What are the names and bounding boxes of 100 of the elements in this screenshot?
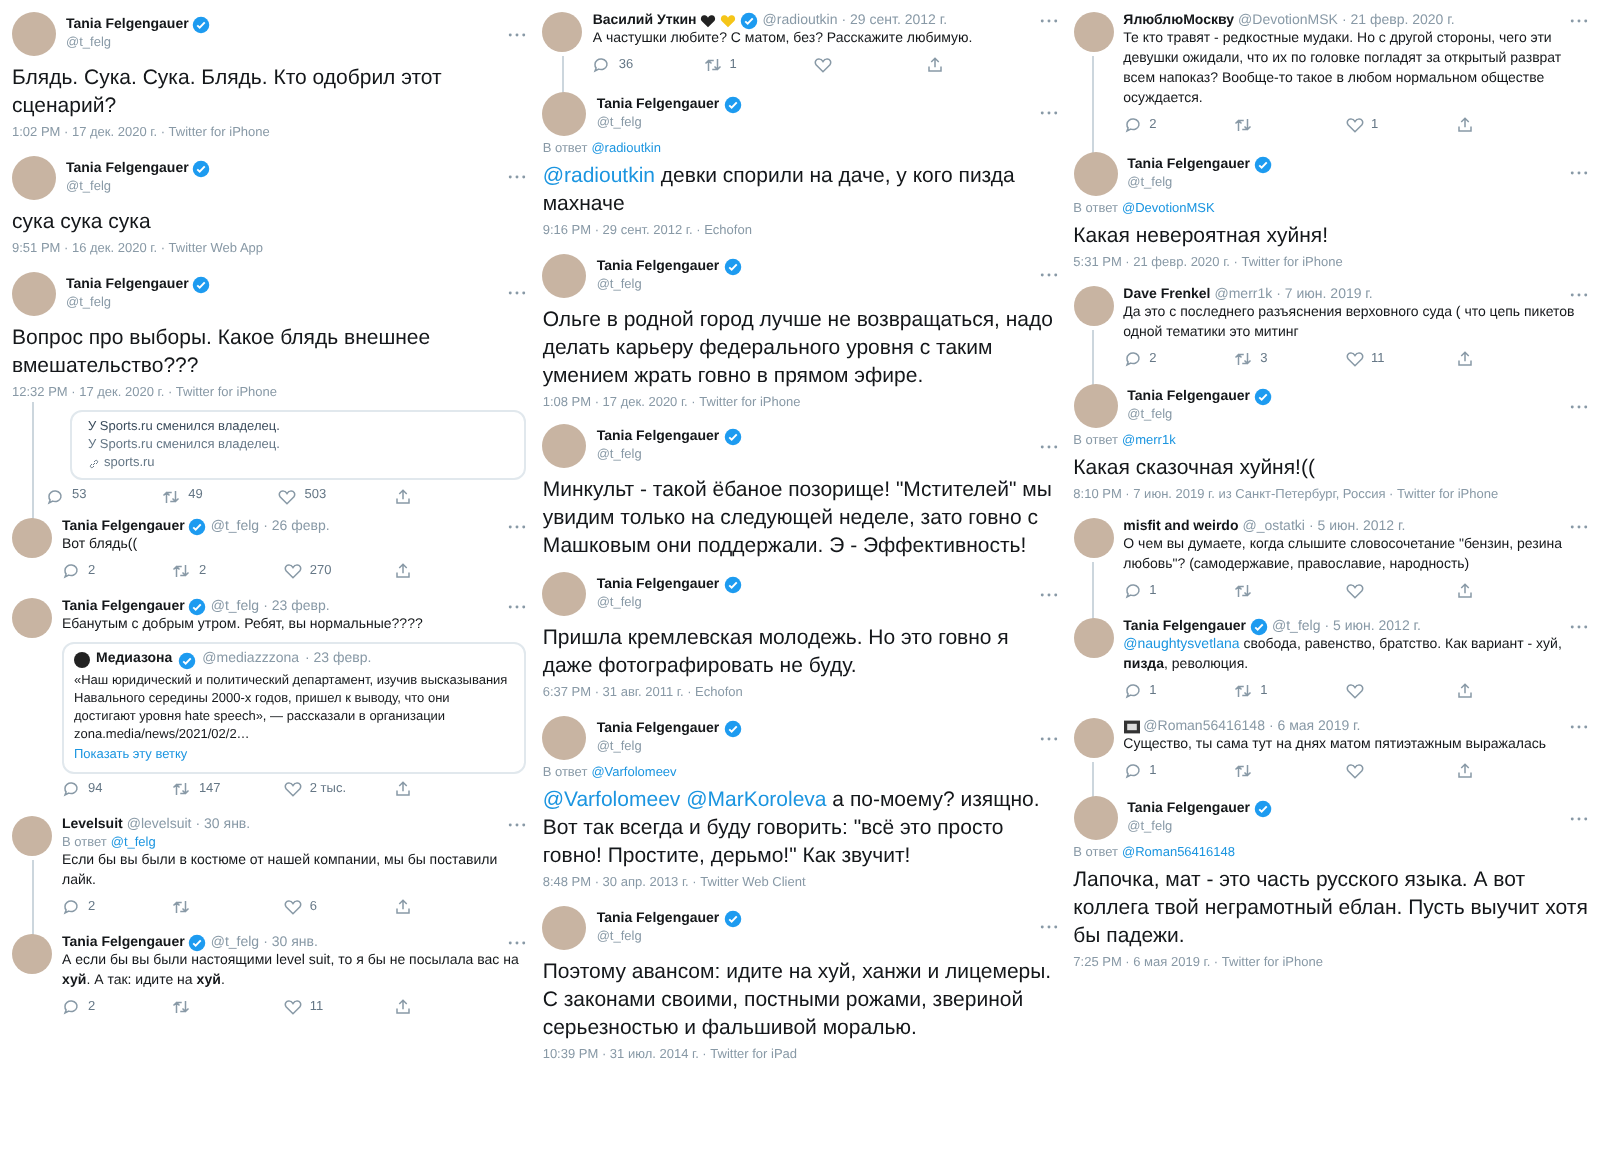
- like-icon[interactable]: [283, 898, 302, 917]
- tweet-text: Пришла кремлевская молодежь. Но это говно я даже фотографировать не буду.: [542, 624, 1011, 681]
- avatar[interactable]: [542, 572, 587, 617]
- avatar[interactable]: [1073, 796, 1118, 841]
- like-icon[interactable]: [1345, 761, 1364, 780]
- avatar[interactable]: [1073, 12, 1114, 52]
- mention-link[interactable]: @radioutkin: [542, 163, 656, 188]
- retweet-icon[interactable]: [172, 562, 191, 581]
- more-options-icon[interactable]: [1570, 623, 1588, 630]
- retweet-icon[interactable]: [1234, 682, 1253, 701]
- reply-icon[interactable]: [592, 56, 611, 75]
- more-options-icon[interactable]: [508, 603, 527, 610]
- avatar[interactable]: [12, 597, 52, 638]
- avatar: [74, 652, 90, 668]
- reply-icon[interactable]: [1123, 349, 1142, 368]
- share-icon[interactable]: [394, 562, 413, 581]
- share-icon[interactable]: [394, 997, 413, 1016]
- more-options-icon[interactable]: [508, 821, 527, 828]
- more-options-icon[interactable]: [1570, 291, 1588, 297]
- avatar[interactable]: [542, 424, 587, 469]
- more-options-icon[interactable]: [1570, 403, 1588, 410]
- retweet-icon[interactable]: [1234, 761, 1253, 780]
- like-icon[interactable]: [814, 56, 833, 75]
- like-icon[interactable]: [283, 562, 302, 581]
- avatar[interactable]: [12, 155, 56, 200]
- retweet-icon[interactable]: [1234, 349, 1253, 368]
- quoted-tweet[interactable]: [62, 641, 527, 774]
- more-options-icon[interactable]: [1039, 735, 1058, 741]
- more-options-icon[interactable]: [1039, 18, 1058, 24]
- like-icon[interactable]: [283, 997, 302, 1016]
- share-icon[interactable]: [1455, 116, 1474, 135]
- avatar[interactable]: [12, 12, 56, 56]
- like-icon[interactable]: [1345, 116, 1364, 135]
- tweet-text: @radioutkin девки спорили на даче, у кого пизда махначе: [542, 161, 1017, 218]
- share-icon[interactable]: [1455, 582, 1474, 601]
- avatar[interactable]: [1073, 151, 1118, 196]
- tweet-text: Поэтому авансом: идите на хуй, ханжи и лицемеры. С законами своими, постными рожами, звериной серьезностью и фальшивой моралью.: [542, 957, 1054, 1042]
- reply-icon[interactable]: [62, 997, 80, 1016]
- like-icon[interactable]: [283, 780, 302, 799]
- avatar[interactable]: [1073, 617, 1114, 658]
- retweet-icon[interactable]: [172, 997, 191, 1016]
- more-options-icon[interactable]: [1039, 272, 1058, 278]
- avatar[interactable]: [12, 815, 52, 856]
- reply-icon[interactable]: [62, 898, 80, 917]
- reply-icon[interactable]: [62, 562, 80, 581]
- more-options-icon[interactable]: [1039, 924, 1058, 931]
- share-icon[interactable]: [1455, 349, 1474, 368]
- reply-icon[interactable]: [1123, 682, 1142, 701]
- more-options-icon[interactable]: [1570, 170, 1588, 177]
- more-options-icon[interactable]: [1570, 723, 1588, 729]
- more-options-icon[interactable]: [1039, 110, 1058, 117]
- more-options-icon[interactable]: [508, 31, 527, 37]
- tweet-text: Лапочка, мат - это часть русского языка. А вот коллега твой неграмотный еблан. Пусть выучит хотя бы падежи.: [1073, 866, 1588, 951]
- reply-icon[interactable]: [1123, 116, 1142, 135]
- avatar[interactable]: [1073, 384, 1118, 429]
- avatar[interactable]: [1073, 285, 1114, 325]
- reply-icon[interactable]: [46, 487, 64, 506]
- more-options-icon[interactable]: [1039, 443, 1058, 450]
- more-options-icon[interactable]: [508, 524, 527, 530]
- share-icon[interactable]: [925, 56, 944, 75]
- more-options-icon[interactable]: [1570, 18, 1588, 24]
- share-icon[interactable]: [1455, 682, 1474, 701]
- avatar[interactable]: [12, 271, 56, 315]
- more-options-icon[interactable]: [508, 939, 527, 945]
- avatar[interactable]: [542, 253, 587, 297]
- avatar[interactable]: [542, 12, 583, 52]
- avatar[interactable]: [542, 716, 587, 760]
- retweet-icon[interactable]: [162, 487, 181, 506]
- avatar[interactable]: [12, 518, 52, 558]
- avatar[interactable]: [1073, 518, 1114, 558]
- avatar[interactable]: [12, 933, 52, 973]
- retweet-icon[interactable]: [703, 56, 722, 75]
- reply-icon[interactable]: [1123, 761, 1142, 780]
- more-options-icon[interactable]: [1570, 815, 1588, 822]
- retweet-icon[interactable]: [1234, 582, 1253, 601]
- tweet-text: сука сука сука: [12, 207, 153, 236]
- retweet-icon[interactable]: [172, 780, 191, 799]
- more-options-icon[interactable]: [1039, 591, 1058, 598]
- avatar[interactable]: [542, 91, 587, 136]
- mention-link[interactable]: @Varfolomeev: [542, 788, 681, 812]
- avatar[interactable]: [542, 905, 587, 950]
- reply-icon[interactable]: [1123, 582, 1142, 601]
- retweet-icon[interactable]: [172, 898, 191, 917]
- avatar[interactable]: [1073, 717, 1114, 757]
- more-options-icon[interactable]: [508, 290, 527, 296]
- like-icon[interactable]: [1345, 682, 1364, 701]
- reply-icon[interactable]: [62, 780, 80, 799]
- share-icon[interactable]: [394, 898, 413, 917]
- share-icon[interactable]: [394, 780, 413, 799]
- more-options-icon[interactable]: [508, 174, 527, 181]
- like-icon[interactable]: [278, 487, 297, 506]
- like-icon[interactable]: [1345, 349, 1364, 368]
- share-icon[interactable]: [394, 487, 413, 506]
- mention-link[interactable]: @MarKoroleva: [680, 788, 827, 812]
- share-icon[interactable]: [1455, 761, 1474, 780]
- retweet-icon[interactable]: [1234, 116, 1253, 135]
- like-icon[interactable]: [1345, 582, 1364, 601]
- tweet-text: Блядь. Сука. Сука. Блядь. Кто одобрил этот сценарий?: [12, 64, 444, 120]
- tweet-text: Вопрос про выборы. Какое блядь внешнее вмешательство???: [12, 323, 433, 379]
- more-options-icon[interactable]: [1570, 524, 1588, 530]
